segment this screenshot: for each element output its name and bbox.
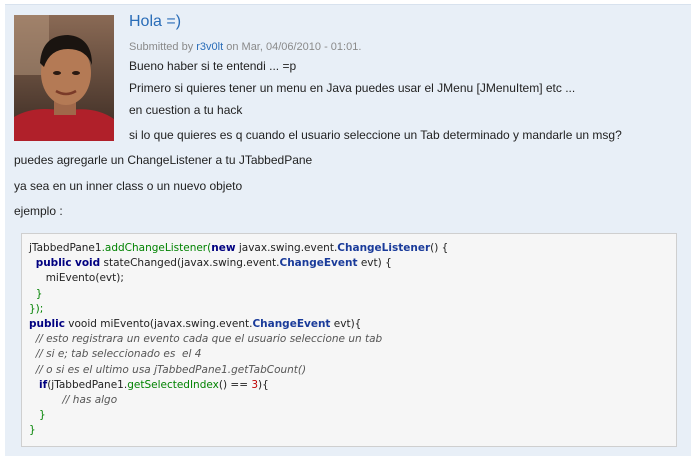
code-line: // esto registrara un evento cada que el…: [35, 333, 383, 346]
comment-paragraph: Primero si quieres tener un menu en Java…: [129, 81, 576, 95]
submitted-prefix: Submitted by: [129, 41, 194, 53]
code-line: });: [29, 302, 44, 315]
comment-paragraph: ejemplo :: [14, 204, 63, 218]
code-line: // has algo: [62, 393, 118, 406]
code-line: // si e; tab seleccionado es el 4: [35, 348, 202, 361]
avatar[interactable]: [14, 15, 114, 141]
code-line: }: [35, 287, 43, 300]
code-line: public void stateChanged(javax.swing.eve…: [35, 257, 392, 270]
code-line: }: [39, 409, 46, 422]
comment-paragraph: ya sea en un inner class o un nuevo obje…: [14, 179, 243, 193]
comment-paragraph: en cuestion a tu hack: [129, 103, 243, 117]
author-link[interactable]: r3v0lt: [196, 41, 223, 53]
comment-paragraph: Bueno haber si te entendi ... =p: [129, 59, 297, 73]
code-block: jTabbedPane1.addChangeListener(new javax…: [21, 233, 677, 447]
code-line: miEvento(evt);: [45, 272, 124, 285]
comment-paragraph: si lo que quieres es q cuando el usuario…: [129, 128, 622, 142]
code-line: public vooid miEvento(javax.swing.event.…: [29, 317, 362, 330]
code-line: // o si es el ultimo usa jTabbedPane1.ge…: [35, 363, 307, 376]
comment-block: Hola =) Submitted by r3v0lt on Mar, 04/0…: [5, 4, 691, 456]
avatar-image: [14, 15, 114, 141]
submitted-date: on Mar, 04/06/2010 - 01:01.: [226, 41, 362, 53]
comment-title[interactable]: Hola =): [129, 13, 181, 31]
code-line: jTabbedPane1.addChangeListener(new javax…: [29, 242, 449, 254]
submitted-info: Submitted by r3v0lt on Mar, 04/06/2010 -…: [129, 41, 361, 53]
code-line: if(jTabbedPane1.getSelectedIndex() == 3)…: [39, 378, 269, 391]
code-line: }: [29, 424, 36, 437]
comment-paragraph: puedes agregarle un ChangeListener a tu …: [14, 153, 313, 167]
